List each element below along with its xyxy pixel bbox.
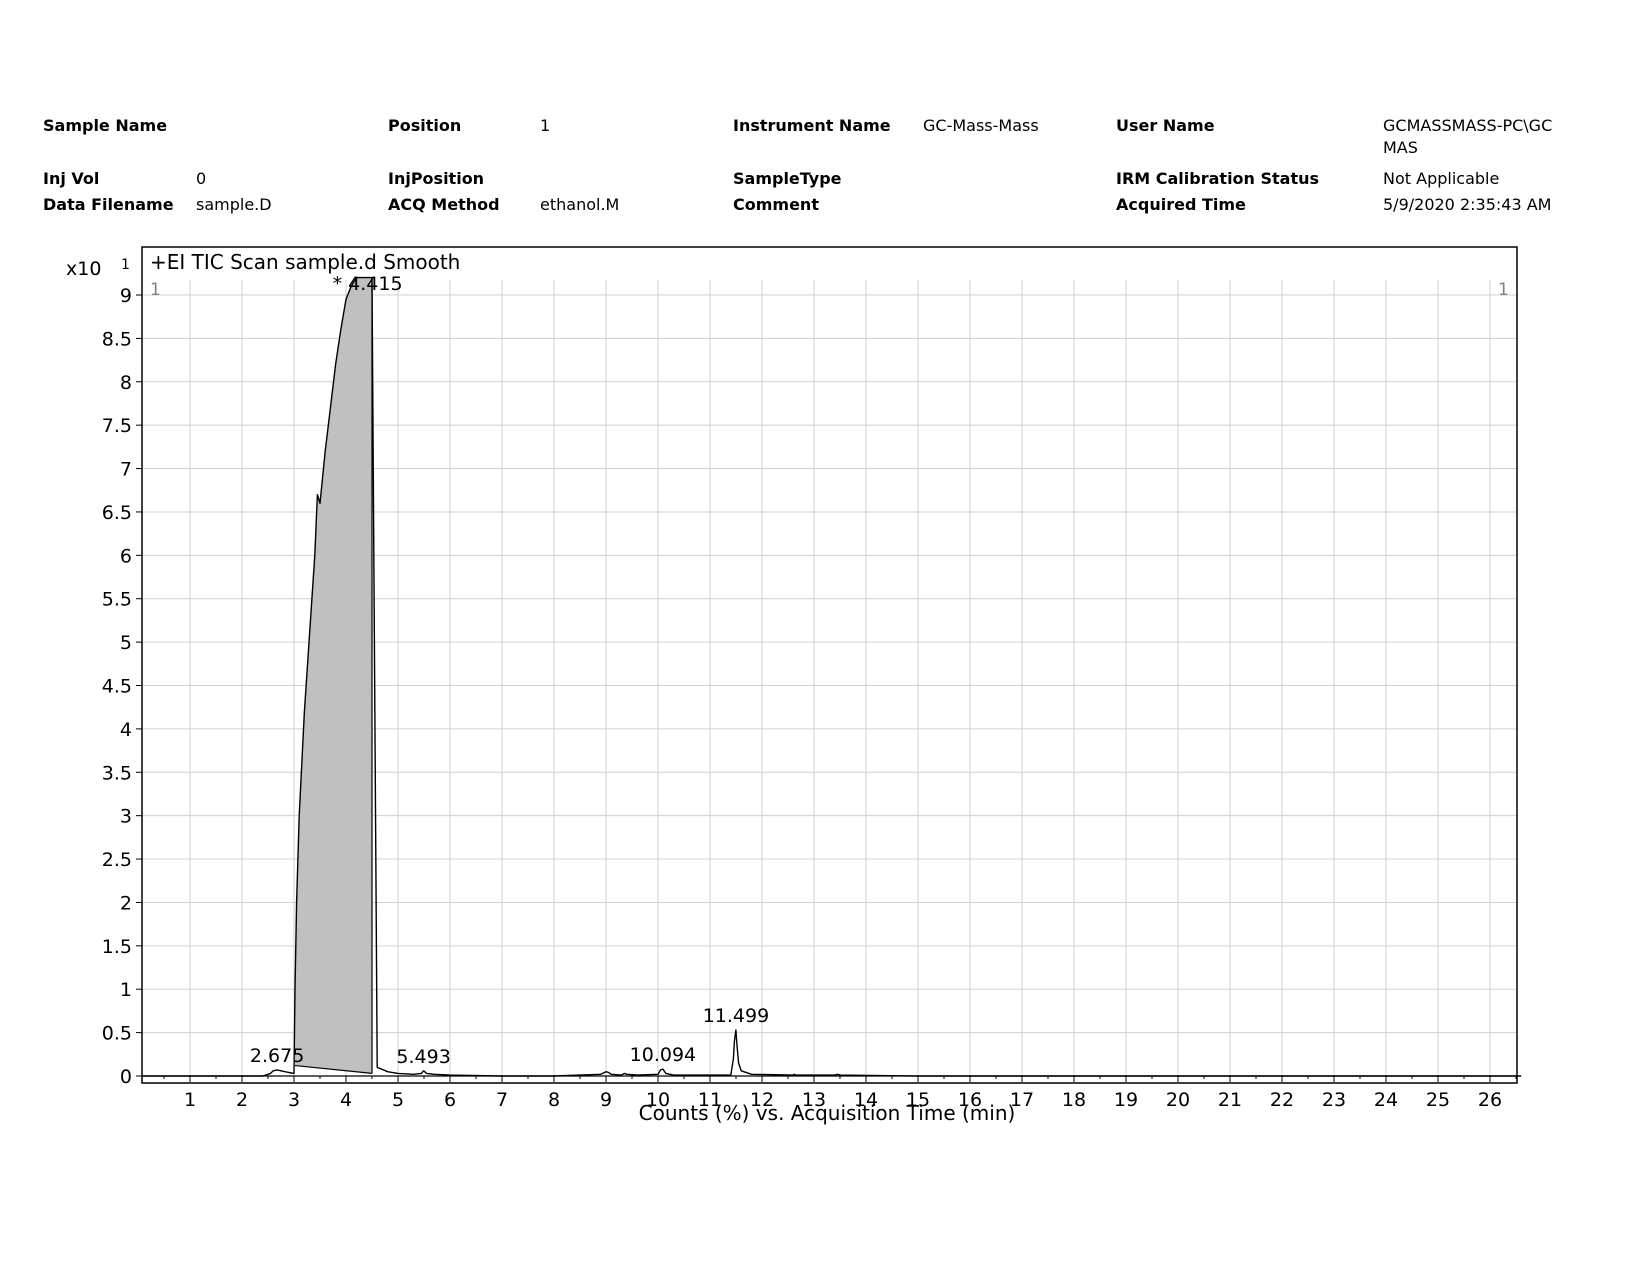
chart-text: +EI TIC Scan sample.d Smooth x10 1 1 1 C… bbox=[66, 250, 1509, 1125]
x-tick-label: 18 bbox=[1062, 1089, 1086, 1111]
y-tick-label: 3 bbox=[120, 806, 132, 828]
y-tick-label: 4.5 bbox=[102, 676, 132, 698]
y-tick-label: 6 bbox=[120, 545, 132, 567]
x-tick-label: 3 bbox=[288, 1089, 300, 1111]
peak-label: * 4.415 bbox=[333, 273, 403, 295]
peak-label: 2.675 bbox=[250, 1045, 304, 1067]
x-tick-label: 26 bbox=[1478, 1089, 1502, 1111]
y-tick-label: 9 bbox=[120, 285, 132, 307]
y-tick-label: 0 bbox=[120, 1066, 132, 1088]
y-tick-label: 0.5 bbox=[102, 1023, 132, 1045]
chromatogram-chart: 1 2 3 4 5 6 7 8 9 10 11 12 13 14 15 16 17 18 19 20 21 22 23 24 2… bbox=[66, 246, 1522, 1125]
x-tick-label: 8 bbox=[548, 1089, 560, 1111]
x-tick-label: 1 bbox=[184, 1089, 196, 1111]
y-tick-label: 7 bbox=[120, 459, 132, 481]
y-tick-label: 1.5 bbox=[102, 936, 132, 958]
y-tick-label: 1 bbox=[120, 979, 132, 1001]
x-tick-label: 20 bbox=[1166, 1089, 1190, 1111]
y-tick-label: 4 bbox=[120, 719, 132, 741]
x-tick-label: 9 bbox=[600, 1089, 612, 1111]
x-tick-label: 19 bbox=[1114, 1089, 1138, 1111]
chart-title: +EI TIC Scan sample.d Smooth bbox=[150, 250, 460, 274]
corner-label-left: 1 bbox=[150, 280, 161, 300]
y-multiplier: x10 bbox=[66, 258, 101, 280]
x-tick-label: 6 bbox=[444, 1089, 456, 1111]
corner-label-right: 1 bbox=[1498, 280, 1509, 300]
y-tick-label: 8 bbox=[120, 372, 132, 394]
y-tick-label: 3.5 bbox=[102, 762, 132, 784]
y-tick-label: 2 bbox=[120, 892, 132, 914]
x-tick-label: 4 bbox=[340, 1089, 352, 1111]
peak-label: 11.499 bbox=[703, 1005, 769, 1027]
x-axis-label: Counts (%) vs. Acquisition Time (min) bbox=[639, 1101, 1016, 1125]
x-tick-label: 7 bbox=[496, 1089, 508, 1111]
x-tick-label: 25 bbox=[1426, 1089, 1450, 1111]
y-tick-label: 5 bbox=[120, 632, 132, 654]
x-tick-label: 23 bbox=[1322, 1089, 1346, 1111]
x-tick-label: 2 bbox=[236, 1089, 248, 1111]
y-tick-label: 7.5 bbox=[102, 415, 132, 437]
x-tick-label: 5 bbox=[392, 1089, 404, 1111]
peak-label: 10.094 bbox=[630, 1044, 696, 1066]
y-tick-label: 5.5 bbox=[102, 589, 132, 611]
y-tick-label: 8.5 bbox=[102, 328, 132, 350]
peak-label: 5.493 bbox=[396, 1046, 450, 1068]
x-tick-label: 24 bbox=[1374, 1089, 1398, 1111]
y-tick-label: 2.5 bbox=[102, 849, 132, 871]
x-tick-label: 22 bbox=[1270, 1089, 1294, 1111]
y-exponent: 1 bbox=[121, 257, 130, 273]
y-tick-label: 6.5 bbox=[102, 502, 132, 524]
x-tick-label: 21 bbox=[1218, 1089, 1242, 1111]
